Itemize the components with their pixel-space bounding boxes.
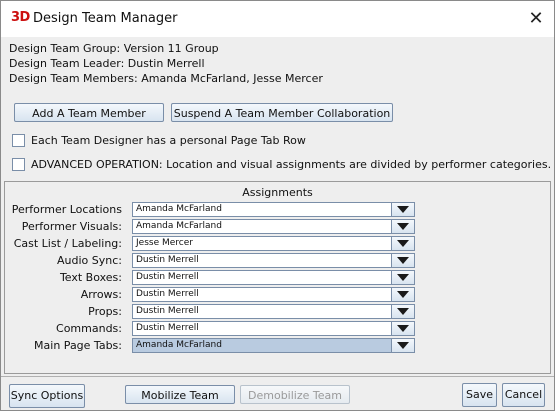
chevron-down-icon[interactable]	[391, 339, 414, 352]
assignment-dropdown[interactable]: Jesse Mercer	[132, 236, 415, 251]
assignment-label: Main Page Tabs:	[34, 339, 122, 352]
chevron-down-icon[interactable]	[391, 237, 414, 250]
advanced-operation-label: ADVANCED OPERATION: Location and visual …	[31, 158, 552, 171]
mobilize-team-button[interactable]: Mobilize Team	[125, 385, 235, 404]
assignment-dropdown[interactable]: Dustin Merrell	[132, 270, 415, 285]
add-team-member-button[interactable]: Add A Team Member	[14, 103, 164, 122]
team-members-text: Design Team Members: Amanda McFarland, J…	[9, 72, 323, 85]
chevron-down-icon[interactable]	[391, 322, 414, 335]
chevron-down-icon[interactable]	[391, 254, 414, 267]
personal-page-tab-checkbox[interactable]	[12, 134, 25, 147]
assignment-dropdown-value: Dustin Merrell	[136, 272, 199, 282]
app-logo: 3D	[11, 10, 30, 25]
assignment-label: Performer Visuals:	[21, 220, 122, 233]
assignment-dropdown-value: Amanda McFarland	[136, 204, 222, 214]
advanced-operation-checkbox[interactable]	[12, 158, 25, 171]
assignment-dropdown[interactable]: Amanda McFarland	[132, 202, 415, 217]
team-group-text: Design Team Group: Version 11 Group	[9, 42, 219, 55]
assignment-label: Audio Sync:	[57, 254, 122, 267]
assignment-label: Props:	[88, 305, 122, 318]
assignments-title: Assignments	[242, 186, 313, 199]
team-leader-text: Design Team Leader: Dustin Merrell	[9, 57, 205, 70]
cancel-button[interactable]: Cancel	[502, 383, 545, 407]
assignment-dropdown-value: Dustin Merrell	[136, 306, 199, 316]
chevron-down-icon[interactable]	[391, 288, 414, 301]
assignment-label: Cast List / Labeling:	[13, 237, 122, 250]
chevron-down-icon[interactable]	[391, 271, 414, 284]
sync-options-button[interactable]: Sync Options	[9, 384, 85, 408]
assignment-dropdown[interactable]: Dustin Merrell	[132, 287, 415, 302]
assignment-label: Performer Locations	[11, 203, 122, 216]
suspend-team-member-button[interactable]: Suspend A Team Member Collaboration	[171, 103, 393, 122]
chevron-down-icon[interactable]	[391, 203, 414, 216]
assignment-dropdown-value: Amanda McFarland	[136, 221, 222, 231]
chevron-down-icon[interactable]	[391, 305, 414, 318]
assignment-dropdown[interactable]: Dustin Merrell	[132, 321, 415, 336]
assignment-dropdown[interactable]: Amanda McFarland	[132, 338, 415, 353]
assignment-dropdown-value: Dustin Merrell	[136, 323, 199, 333]
title-bar: 3D Design Team Manager ✕	[1, 1, 554, 37]
design-team-manager-window: 3D Design Team Manager ✕ Design Team Gro…	[0, 0, 555, 411]
window-title: Design Team Manager	[33, 11, 178, 26]
assignment-dropdown-value: Jesse Mercer	[136, 238, 193, 248]
assignments-panel: Assignments Performer Locations Amanda Mc…	[4, 181, 551, 374]
assignment-label: Text Boxes:	[59, 271, 122, 284]
assignment-dropdown[interactable]: Amanda McFarland	[132, 219, 415, 234]
close-icon[interactable]: ✕	[523, 7, 549, 31]
save-button[interactable]: Save	[462, 383, 497, 407]
assignment-dropdown-value: Dustin Merrell	[136, 255, 199, 265]
assignment-dropdown-value: Dustin Merrell	[136, 289, 199, 299]
assignment-dropdown-value: Amanda McFarland	[136, 340, 222, 350]
assignment-label: Commands:	[56, 322, 122, 335]
assignment-dropdown[interactable]: Dustin Merrell	[132, 253, 415, 268]
chevron-down-icon[interactable]	[391, 220, 414, 233]
personal-page-tab-label: Each Team Designer has a personal Page T…	[31, 134, 306, 147]
demobilize-team-button[interactable]: Demobilize Team	[240, 385, 350, 404]
assignment-dropdown[interactable]: Dustin Merrell	[132, 304, 415, 319]
footer-divider	[1, 376, 554, 377]
assignment-label: Arrows:	[80, 288, 122, 301]
